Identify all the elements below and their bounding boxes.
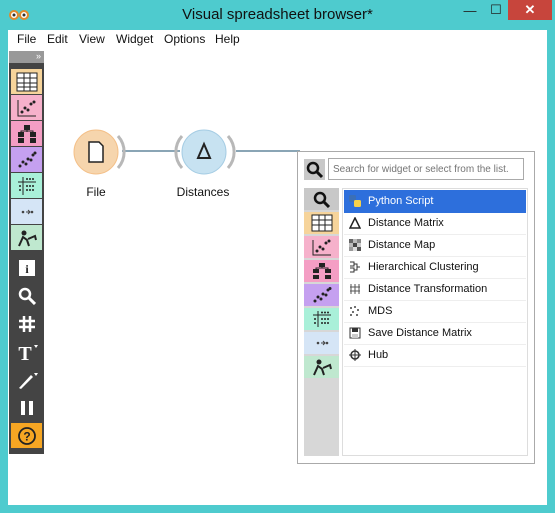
list-item-hierarchical-clustering[interactable]: Hierarchical Clustering [344,256,526,279]
pause-button[interactable] [11,395,42,420]
category-evaluate-button[interactable] [11,147,42,172]
popup-tab-search[interactable] [304,188,339,210]
list-item-hub[interactable]: Hub [344,344,526,367]
list-item-distance-map[interactable]: Distance Map [344,234,526,257]
popup-tab-unsupervised[interactable] [304,308,339,330]
distances-node-label: Distances [176,185,230,199]
list-item-label: MDS [368,305,393,317]
transform-icon [21,209,33,214]
popup-tab-evaluate[interactable] [304,284,339,306]
category-visualize-button[interactable] [11,95,42,120]
list-item-label: Save Distance Matrix [368,327,472,339]
list-item-label: Distance Map [368,239,436,251]
pen-tool-button[interactable] [11,367,42,392]
delta-icon [348,216,362,230]
widget-toolbox: » i T ? [9,51,44,454]
widget-quick-menu: Python Script Distance Matrix Distance M… [297,151,535,464]
menu-bar: File Edit View Widget Options Help [8,30,547,51]
help-button[interactable]: ? [11,423,42,448]
menu-options[interactable]: Options [164,32,205,46]
list-item-distance-matrix[interactable]: Distance Matrix [344,212,526,235]
category-transform-button[interactable] [11,199,42,224]
evaluate-icon [313,287,331,303]
list-item-label: Hub [368,349,389,361]
toolbox-expand-button[interactable]: » [9,51,44,63]
question-mark-icon: ? [17,426,36,445]
tree-icon [17,124,36,143]
menu-edit[interactable]: Edit [47,32,68,46]
popup-search-button[interactable] [304,159,325,180]
evaluate-icon [18,151,36,167]
transformation-icon [348,282,362,296]
magnifier-icon [18,287,36,305]
grid-button[interactable] [11,311,42,336]
worker-icon [312,359,332,376]
list-item-label: Hierarchical Clustering [368,261,479,273]
minimize-button[interactable]: — [457,0,483,20]
distances-node-graphic [174,129,236,175]
file-node-graphic [73,129,126,175]
menu-file[interactable]: File [17,32,36,46]
popup-tab-data[interactable] [304,212,339,234]
python-icon [348,194,362,208]
scatter-plot-icon [312,239,331,256]
info-icon: i [18,259,35,276]
matrix-icon [17,176,36,195]
dendrogram-icon [348,260,362,274]
popup-tab-prototypes[interactable] [304,356,339,378]
search-icon [306,161,324,179]
popup-search-row [304,158,526,182]
transform-icon [316,340,328,346]
title-bar: Visual spreadsheet browser* — ☐ ✕ [0,0,555,30]
info-button[interactable]: i [11,255,42,280]
menu-help[interactable]: Help [215,32,240,46]
distance-map-icon [348,238,362,252]
list-item-save-distance-matrix[interactable]: Save Distance Matrix [344,322,526,345]
list-item-label: Python Script [368,195,434,207]
hub-icon [348,348,362,362]
save-icon [348,326,362,340]
list-item-mds[interactable]: MDS [344,300,526,323]
popup-search-input[interactable] [328,158,524,180]
maximize-button[interactable]: ☐ [483,0,509,20]
close-button[interactable]: ✕ [508,0,552,20]
zoom-button[interactable] [11,283,42,308]
category-unsupervised-button[interactable] [11,173,42,198]
hash-icon [18,315,35,332]
category-model-button[interactable] [11,121,42,146]
category-data-button[interactable] [11,69,42,94]
list-item-distance-transformation[interactable]: Distance Transformation [344,278,526,301]
search-icon [313,191,330,208]
table-icon [16,72,37,91]
svg-text:?: ? [23,429,30,443]
menu-view[interactable]: View [79,32,105,46]
file-node-label: File [86,185,106,199]
list-item-label: Distance Matrix [368,217,444,229]
svg-text:T: T [18,343,32,362]
matrix-icon [312,311,331,327]
popup-category-tabs [304,188,339,456]
mds-icon [348,304,362,318]
list-item-label: Distance Transformation [368,283,488,295]
scatter-plot-icon [17,99,36,116]
popup-tab-model[interactable] [304,260,339,282]
category-prototypes-button[interactable] [11,225,42,250]
app-window: Visual spreadsheet browser* — ☐ ✕ File E… [0,0,555,513]
distances-node[interactable] [174,129,236,182]
popup-tab-transform[interactable] [304,332,339,354]
menu-widget[interactable]: Widget [116,32,153,46]
tree-icon [312,263,331,279]
widget-list: Python Script Distance Matrix Distance M… [342,188,528,456]
list-item-python-script[interactable]: Python Script [344,190,526,213]
text-tool-button[interactable]: T [11,339,42,364]
document-icon [88,141,104,163]
pause-icon [20,400,33,415]
pen-icon [18,372,38,389]
worker-icon [17,230,37,246]
text-tool-icon: T [18,343,38,362]
table-icon [311,214,332,232]
file-node[interactable] [70,129,126,182]
popup-tab-visualize[interactable] [304,236,339,258]
